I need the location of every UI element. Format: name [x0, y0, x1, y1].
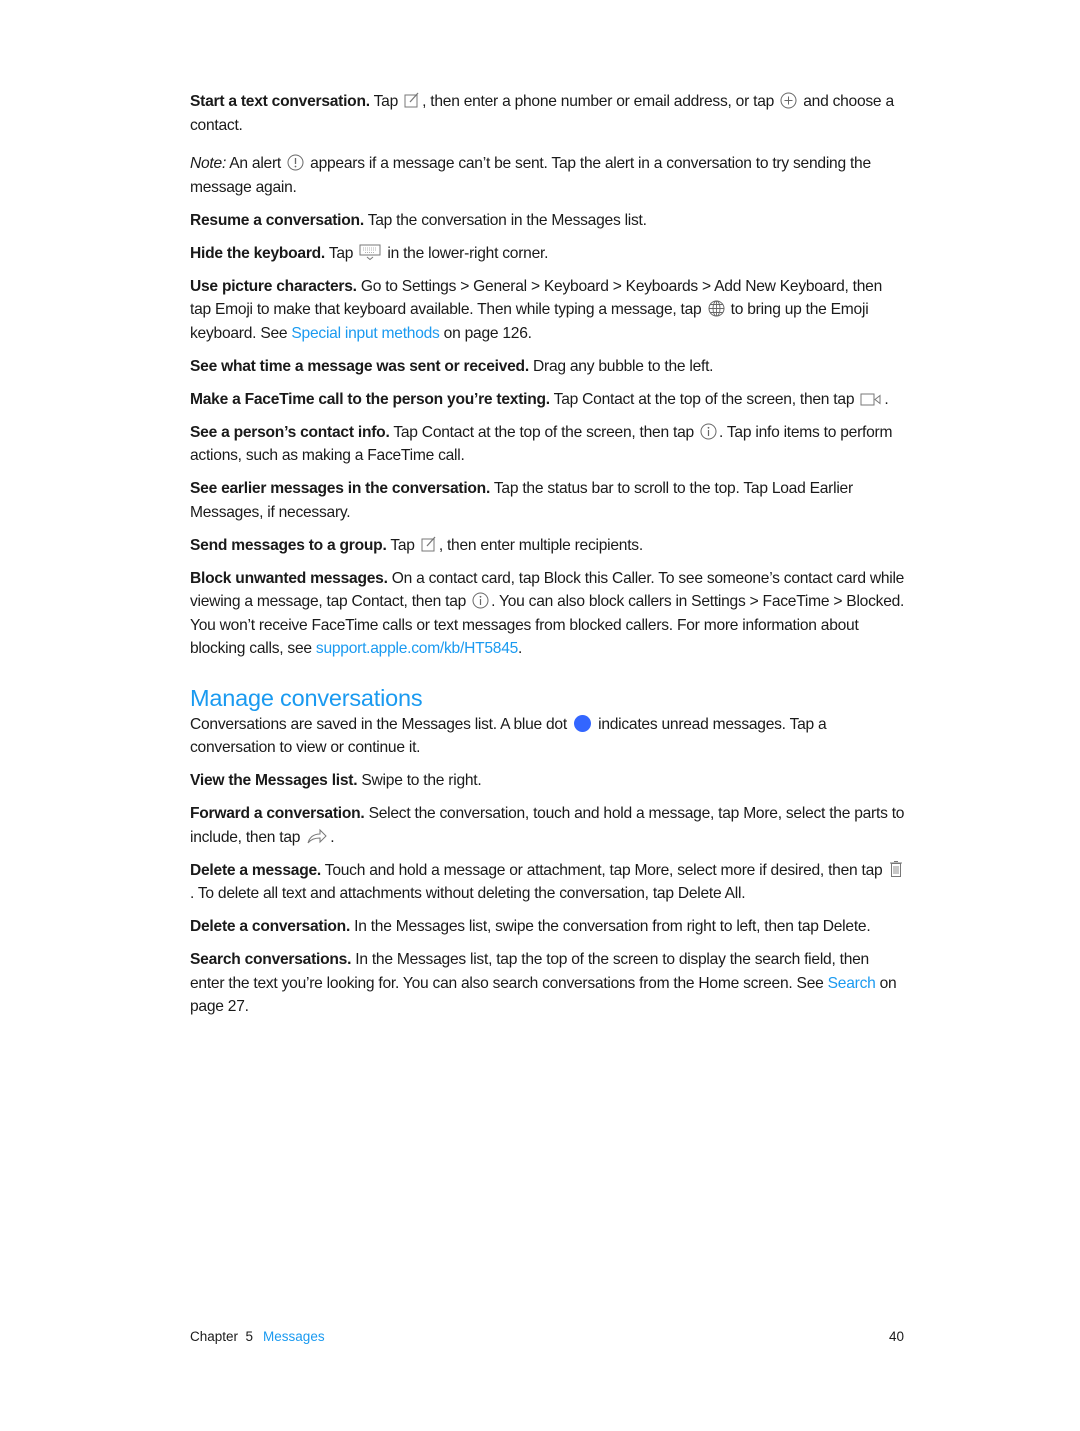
- globe-icon: [708, 300, 725, 317]
- unread-dot-icon: [574, 714, 592, 732]
- paragraph-hide-keyboard: Hide the keyboard. Tap in the lower-righ…: [190, 244, 549, 262]
- paragraph-delete-conversation: Delete a conversation. In the Messages l…: [190, 918, 871, 935]
- alert-icon: [287, 154, 304, 171]
- paragraph-start-conversation: Start a text conversation. Tap , then en…: [190, 92, 894, 134]
- paragraph-forward: Forward a conversation. Select the conve…: [190, 805, 905, 846]
- page-number: 40: [888, 1329, 904, 1344]
- section-heading: Manage conversations: [190, 684, 423, 711]
- paragraph-emoji: Use picture characters. Go to Settings >…: [190, 277, 883, 342]
- info-icon: [700, 423, 717, 440]
- note-label: Note:: [190, 155, 227, 172]
- paragraph-title: Start a text conversation.: [190, 93, 370, 110]
- video-camera-icon: [860, 392, 882, 407]
- page-footer: Chapter 5 Messages 40: [190, 1329, 904, 1344]
- paragraph-note: Note: An alert appears if a message can’…: [190, 154, 871, 196]
- special-input-methods-link[interactable]: Special input methods: [291, 325, 439, 342]
- add-circle-icon: [780, 92, 797, 109]
- keyboard-dismiss-icon: [359, 244, 381, 261]
- compose-icon: [404, 92, 420, 109]
- paragraph-group: Send messages to a group. Tap , then ent…: [190, 536, 643, 554]
- paragraph-time-sent: See what time a message was sent or rece…: [190, 357, 714, 375]
- trash-icon: [889, 860, 903, 878]
- info-icon: [472, 592, 489, 609]
- compose-icon: [421, 536, 437, 553]
- paragraph-resume: Resume a conversation. Tap the conversat…: [190, 211, 647, 229]
- support-link[interactable]: support.apple.com/kb/HT5845: [316, 640, 518, 657]
- chapter-name-link[interactable]: Messages: [263, 1329, 325, 1344]
- paragraph-earlier-messages: See earlier messages in the conversation…: [190, 480, 853, 521]
- chapter-label: Chapter 5: [190, 1329, 254, 1344]
- paragraph-facetime: Make a FaceTime call to the person you’r…: [190, 390, 889, 408]
- page-content: Start a text conversation. Tap , then en…: [190, 90, 906, 1028]
- paragraph-contact-info: See a person’s contact info. Tap Contact…: [190, 423, 893, 464]
- paragraph-search: Search conversations. In the Messages li…: [190, 951, 897, 1015]
- forward-arrow-icon: [306, 828, 328, 845]
- paragraph-view-list: View the Messages list. Swipe to the rig…: [190, 772, 482, 789]
- paragraph-delete-message: Delete a message. Touch and hold a messa…: [190, 859, 906, 906]
- paragraph-intro: Conversations are saved in the Messages …: [190, 714, 827, 756]
- search-link[interactable]: Search: [828, 975, 876, 992]
- paragraph-block: Block unwanted messages. On a contact ca…: [190, 569, 905, 658]
